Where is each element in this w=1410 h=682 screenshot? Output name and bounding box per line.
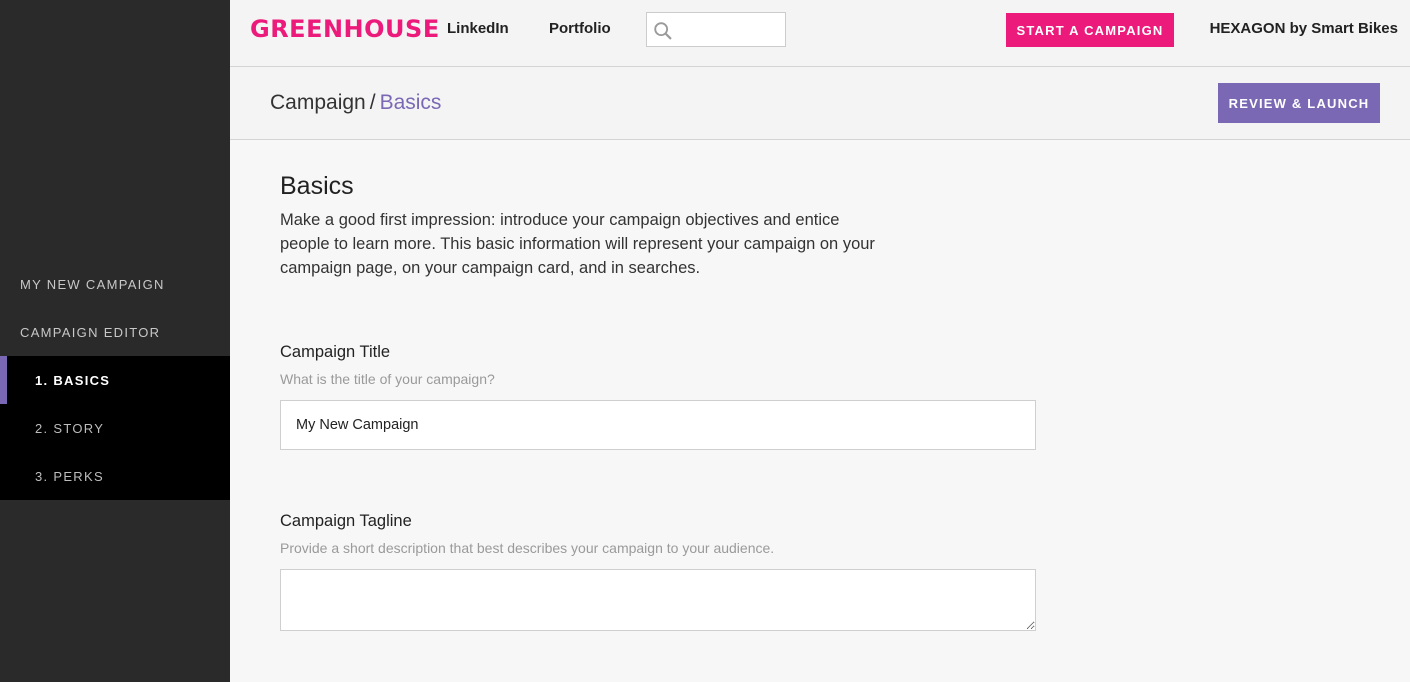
nav-link-linkedin[interactable]: LinkedIn [447, 20, 509, 37]
nav-link-portfolio[interactable]: Portfolio [549, 20, 611, 37]
sidebar-item-campaign-editor[interactable]: CAMPAIGN EDITOR [0, 308, 230, 356]
page-intro: Make a good first impression: introduce … [280, 211, 875, 277]
page-title: Basics [280, 172, 354, 200]
breadcrumb-campaign[interactable]: Campaign [270, 91, 366, 114]
campaign-title-input[interactable] [280, 400, 1036, 450]
campaign-tagline-hint: Provide a short description that best de… [280, 540, 775, 556]
step-perks[interactable]: 3. PERKS [0, 452, 230, 500]
campaign-steps: 1. BASICS 2. STORY 3. PERKS [0, 356, 230, 500]
breadcrumb-bar: Campaign / Basics REVIEW & LAUNCH [230, 67, 1410, 140]
start-campaign-button[interactable]: START A CAMPAIGN [1006, 13, 1174, 47]
sidebar: MY NEW CAMPAIGN CAMPAIGN EDITOR 1. BASIC… [0, 0, 230, 682]
search-box [646, 12, 786, 47]
sidebar-item-my-new-campaign[interactable]: MY NEW CAMPAIGN [0, 260, 230, 308]
campaign-tagline-input[interactable] [280, 569, 1036, 631]
breadcrumb: Campaign / Basics [270, 91, 441, 115]
logo[interactable]: GREENHOUSE [250, 15, 440, 43]
top-bar: GREENHOUSE LinkedIn Portfolio START A CA… [230, 0, 1410, 67]
search-input[interactable] [679, 15, 783, 44]
campaign-title-label: Campaign Title [280, 343, 391, 361]
step-story[interactable]: 2. STORY [0, 404, 230, 452]
search-icon[interactable] [652, 20, 674, 42]
breadcrumb-current: Basics [379, 91, 442, 114]
step-basics[interactable]: 1. BASICS [0, 356, 230, 404]
campaign-tagline-label: Campaign Tagline [280, 512, 412, 530]
breadcrumb-separator: / [369, 91, 376, 114]
user-menu[interactable]: HEXAGON by Smart Bikes [1210, 20, 1398, 37]
campaign-title-hint: What is the title of your campaign? [280, 371, 495, 387]
review-launch-button[interactable]: REVIEW & LAUNCH [1218, 83, 1380, 123]
